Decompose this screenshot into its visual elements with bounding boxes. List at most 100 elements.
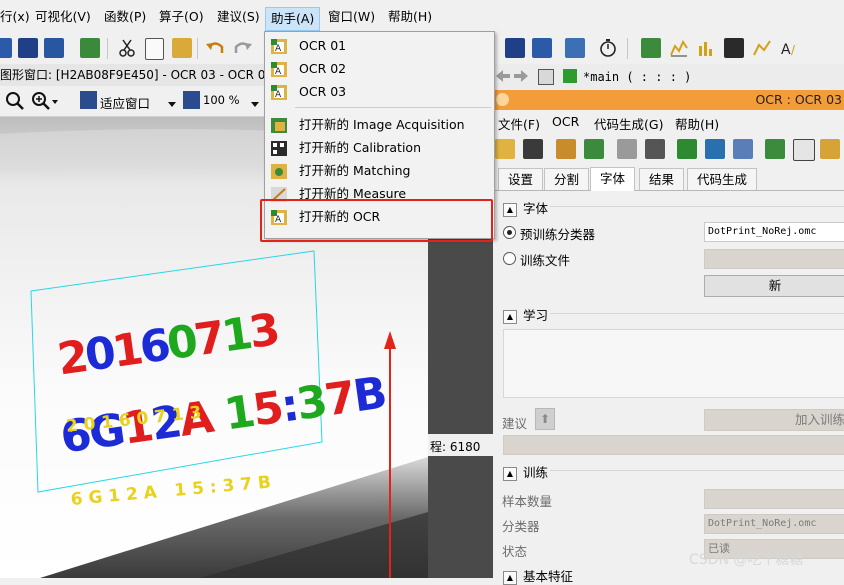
profiler-icon[interactable] bbox=[565, 38, 585, 58]
edit-region-icon[interactable] bbox=[705, 139, 725, 159]
open-training-icon[interactable] bbox=[765, 139, 785, 159]
menu-item-label: 打开新的 Image Acquisition bbox=[299, 117, 465, 132]
font-section-label: 字体 bbox=[523, 201, 549, 216]
fit-window-label[interactable]: 适应窗口 bbox=[100, 93, 150, 112]
tab-font[interactable]: 字体 bbox=[590, 167, 636, 191]
ocr-window-titlebar: OCR : OCR 03 bbox=[493, 90, 844, 110]
menu-suggestions[interactable]: 建议(S) bbox=[217, 8, 260, 26]
menu-functions[interactable]: 函数(P) bbox=[104, 8, 146, 26]
classifier-field: DotPrint_NoRej.omc bbox=[704, 514, 844, 534]
load-image-icon[interactable] bbox=[584, 139, 604, 159]
calibration-icon bbox=[271, 140, 287, 156]
paste-icon[interactable] bbox=[172, 38, 192, 58]
step-out-icon[interactable] bbox=[44, 38, 64, 58]
suggestion-field[interactable] bbox=[503, 435, 844, 455]
gray-histogram-icon[interactable] bbox=[724, 38, 744, 58]
classifier-label: 分类器 bbox=[502, 519, 540, 534]
train-file-field[interactable] bbox=[704, 249, 844, 269]
stopwatch-icon[interactable] bbox=[598, 38, 618, 58]
status-text: 程: 6180 bbox=[430, 440, 481, 454]
fit-window-icon[interactable] bbox=[80, 91, 97, 109]
procedure-tab-title[interactable]: *main ( : : : ) bbox=[583, 70, 691, 84]
step-over-icon[interactable] bbox=[532, 38, 552, 58]
collapse-icon[interactable]: ▲ bbox=[503, 309, 517, 324]
menu-visualize[interactable]: 可视化(V) bbox=[35, 8, 91, 26]
train-section-label: 训练 bbox=[523, 465, 549, 480]
chevron-down-icon[interactable] bbox=[168, 97, 176, 111]
menu-window[interactable]: 窗口(W) bbox=[328, 8, 375, 26]
main-menubar: 行(x) 可视化(V) 函数(P) 算子(O) 建议(S) 助手(A) 窗口(W… bbox=[0, 0, 844, 33]
histogram-icon[interactable] bbox=[696, 38, 716, 58]
menu-item-ocr-02[interactable]: A OCR 02 bbox=[265, 57, 494, 80]
open-folder-icon[interactable] bbox=[495, 139, 515, 159]
train-file-radio[interactable] bbox=[503, 252, 516, 265]
ocr-menu-codegen[interactable]: 代码生成(G) bbox=[594, 114, 663, 133]
run-icon[interactable] bbox=[0, 38, 12, 58]
ocr-menu-file[interactable]: 文件(F) bbox=[498, 114, 540, 133]
feature-inspection-icon[interactable]: A / bbox=[780, 38, 800, 58]
export-icon[interactable] bbox=[820, 139, 840, 159]
pretrained-label: 预训练分类器 bbox=[520, 227, 596, 242]
menu-item-label: OCR 01 bbox=[299, 38, 347, 53]
menu-item-ocr-03[interactable]: A OCR 03 bbox=[265, 80, 494, 103]
menu-item-open-matching[interactable]: 打开新的 Matching bbox=[265, 159, 494, 182]
status-label: 状态 bbox=[502, 544, 528, 559]
redo-icon[interactable] bbox=[233, 38, 253, 58]
video-camera-icon[interactable] bbox=[645, 139, 665, 159]
ocr-icon: A bbox=[271, 38, 287, 54]
back-arrow-icon[interactable] bbox=[496, 70, 510, 85]
camera-icon[interactable] bbox=[617, 139, 637, 159]
svg-text:A: A bbox=[275, 67, 282, 77]
tab-results[interactable]: 结果 bbox=[639, 168, 685, 190]
pretrained-radio[interactable] bbox=[503, 226, 516, 239]
menu-item-open-image-acquisition[interactable]: 打开新的 Image Acquisition bbox=[265, 113, 494, 136]
tab-code-generation[interactable]: 代码生成 bbox=[687, 168, 758, 190]
image-acquisition-icon[interactable] bbox=[80, 38, 100, 58]
learn-section-label: 学习 bbox=[523, 308, 549, 323]
run-to-icon[interactable] bbox=[505, 38, 525, 58]
forward-arrow-icon[interactable] bbox=[514, 70, 528, 85]
zoom-in-icon[interactable] bbox=[31, 91, 59, 114]
zoom-level-value[interactable]: 100 % bbox=[203, 93, 240, 107]
arrow-up-icon[interactable]: ⬆ bbox=[535, 408, 555, 430]
menu-operators[interactable]: 算子(O) bbox=[159, 8, 204, 26]
tab-settings[interactable]: 设置 bbox=[498, 168, 544, 190]
menu-assistants[interactable]: 助手(A) bbox=[265, 7, 321, 31]
copy-icon[interactable] bbox=[145, 38, 164, 60]
undo-icon[interactable] bbox=[205, 38, 225, 58]
collapse-icon[interactable]: ▲ bbox=[503, 466, 517, 481]
line-profile-icon[interactable] bbox=[669, 38, 689, 58]
cut-icon[interactable] bbox=[117, 38, 137, 58]
draw-region-icon[interactable] bbox=[677, 139, 697, 159]
menu-item-ocr-01[interactable]: A OCR 01 bbox=[265, 34, 494, 57]
ocr-menu-help[interactable]: 帮助(H) bbox=[675, 114, 719, 133]
tab-segmentation[interactable]: 分割 bbox=[544, 168, 590, 190]
basic-features-section-header[interactable]: ▲ 基本特征 bbox=[503, 566, 573, 585]
collapse-icon[interactable]: ▲ bbox=[503, 202, 517, 217]
add-to-training-button[interactable]: 加入训练 bbox=[704, 409, 844, 431]
search-icon[interactable] bbox=[5, 91, 25, 114]
font-section-header[interactable]: ▲ 字体 bbox=[503, 198, 548, 217]
document-icon[interactable] bbox=[793, 139, 815, 161]
step-into-icon[interactable] bbox=[18, 38, 38, 58]
menu-divider bbox=[295, 107, 491, 108]
ocr-menu-ocr[interactable]: OCR bbox=[552, 114, 579, 129]
zoom-image-icon[interactable] bbox=[641, 38, 661, 58]
menu-item-label: 打开新的 Matching bbox=[299, 163, 411, 178]
pretrained-classifier-select[interactable]: DotPrint_NoRej.omc bbox=[704, 222, 844, 242]
zoom-level-icon bbox=[183, 91, 200, 109]
learn-section-header[interactable]: ▲ 学习 bbox=[503, 305, 548, 324]
new-button[interactable]: 新 bbox=[704, 275, 844, 297]
train-section-header[interactable]: ▲ 训练 bbox=[503, 462, 548, 481]
svg-text:A: A bbox=[781, 42, 791, 58]
feature-histogram-icon[interactable] bbox=[752, 38, 772, 58]
save-icon[interactable] bbox=[523, 139, 543, 159]
learn-area[interactable] bbox=[503, 329, 844, 398]
procedure-icon[interactable] bbox=[538, 69, 554, 85]
menu-execute[interactable]: 行(x) bbox=[0, 8, 30, 26]
chevron-down-icon[interactable] bbox=[251, 97, 259, 111]
menu-item-open-calibration[interactable]: 打开新的 Calibration bbox=[265, 136, 494, 159]
menu-help[interactable]: 帮助(H) bbox=[388, 8, 432, 26]
clear-region-icon[interactable] bbox=[733, 139, 753, 159]
import-icon[interactable] bbox=[556, 139, 576, 159]
